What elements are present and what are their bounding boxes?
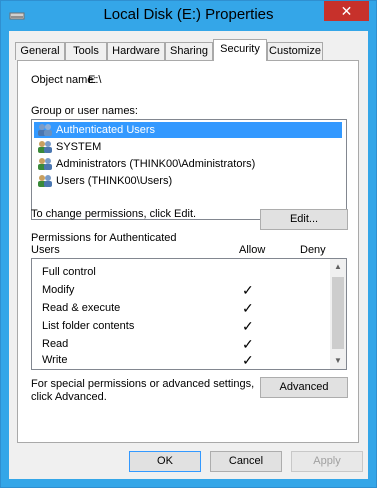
- security-panel: Object name: E:\ Group or user names: Au…: [17, 60, 359, 443]
- permission-name: Full control: [42, 266, 96, 278]
- object-name-value: E:\: [88, 74, 102, 86]
- window-title: Local Disk (E:) Properties: [103, 6, 274, 23]
- user-group-icon: [38, 141, 52, 153]
- title-bar[interactable]: Local Disk (E:) Properties ✕: [1, 1, 376, 31]
- dialog-client: General Tools Hardware Sharing Security …: [9, 31, 368, 479]
- apply-button[interactable]: Apply: [291, 451, 363, 472]
- permission-name: List folder contents: [42, 320, 135, 332]
- tab-general[interactable]: General: [15, 42, 65, 60]
- close-button[interactable]: ✕: [324, 1, 369, 21]
- edit-button[interactable]: Edit...: [260, 209, 348, 230]
- user-group-icon: [38, 158, 52, 170]
- tab-customize[interactable]: Customize: [267, 42, 323, 60]
- properties-window: Local Disk (E:) Properties ✕ General Too…: [0, 0, 377, 488]
- user-group-icon: [38, 124, 52, 136]
- deny-header: Deny: [300, 244, 326, 256]
- permission-row: Full control: [42, 263, 332, 281]
- user-name: Authenticated Users: [56, 124, 156, 136]
- scroll-thumb[interactable]: [332, 277, 344, 349]
- permissions-list[interactable]: Full control Modify ✓ Read & execute ✓ L…: [31, 258, 347, 370]
- checkmark-icon: ✓: [242, 352, 254, 368]
- checkmark-icon: ✓: [242, 282, 254, 298]
- advanced-button[interactable]: Advanced: [260, 377, 348, 398]
- special-permissions-text-line1: For special permissions or advanced sett…: [31, 378, 255, 390]
- user-name: Administrators (THINK00\Administrators): [56, 158, 256, 170]
- user-name: Users (THINK00\Users): [56, 175, 173, 187]
- permissions-label-line1: Permissions for Authenticated: [31, 232, 177, 244]
- tab-strip: General Tools Hardware Sharing Security …: [9, 39, 368, 61]
- checkmark-icon: ✓: [242, 300, 254, 316]
- permission-name: Read & execute: [42, 302, 121, 314]
- user-name: SYSTEM: [56, 141, 102, 153]
- permission-row: Read & execute ✓: [42, 299, 332, 317]
- tab-sharing[interactable]: Sharing: [165, 42, 213, 60]
- tab-security[interactable]: Security: [213, 39, 267, 61]
- cancel-button[interactable]: Cancel: [210, 451, 282, 472]
- permission-row: List folder contents ✓: [42, 317, 332, 335]
- permissions-label-line2: Users: [31, 244, 60, 256]
- user-group-icon: [38, 175, 52, 187]
- checkmark-icon: ✓: [242, 318, 254, 334]
- permission-row: Modify ✓: [42, 281, 332, 299]
- permission-name: Modify: [42, 284, 75, 296]
- list-item[interactable]: Authenticated Users: [34, 122, 342, 138]
- tab-hardware[interactable]: Hardware: [107, 42, 165, 60]
- user-list[interactable]: Authenticated Users SYSTEM Administrator…: [31, 119, 347, 220]
- permission-name: Write: [42, 354, 68, 366]
- group-label: Group or user names:: [31, 105, 138, 117]
- ok-button[interactable]: OK: [129, 451, 201, 472]
- list-item[interactable]: SYSTEM: [34, 139, 342, 155]
- special-permissions-text-line2: click Advanced.: [31, 391, 107, 403]
- permission-row: Write ✓: [42, 351, 332, 369]
- chevron-down-icon[interactable]: ▼: [330, 353, 346, 369]
- permissions-scrollbar[interactable]: ▲ ▼: [330, 259, 346, 369]
- change-permissions-text: To change permissions, click Edit.: [31, 208, 197, 220]
- list-item[interactable]: Administrators (THINK00\Administrators): [34, 156, 342, 172]
- tab-tools[interactable]: Tools: [65, 42, 107, 60]
- object-name-label: Object name:: [31, 74, 97, 86]
- allow-header: Allow: [239, 244, 266, 256]
- chevron-up-icon[interactable]: ▲: [330, 259, 346, 275]
- list-item[interactable]: Users (THINK00\Users): [34, 173, 342, 189]
